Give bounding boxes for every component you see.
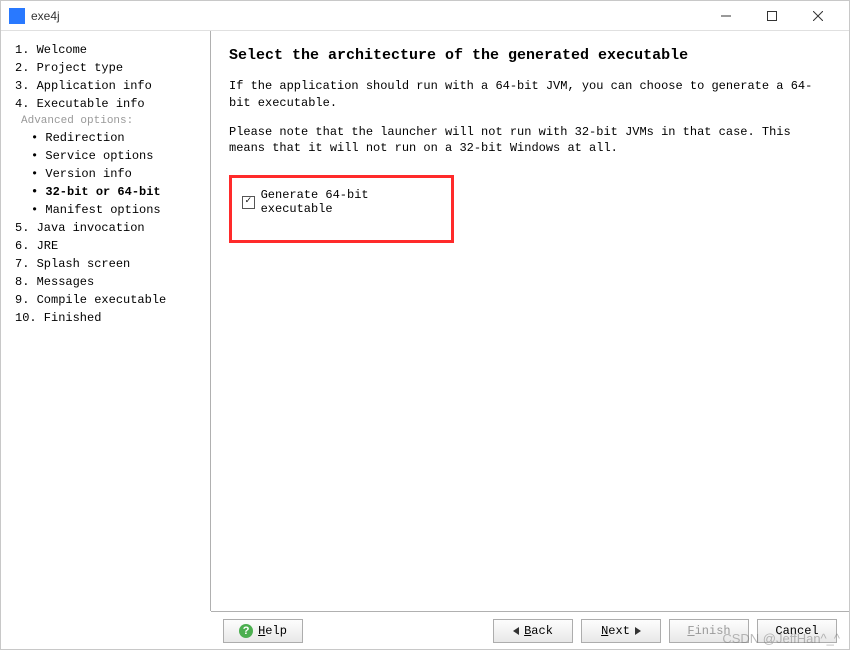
titlebar: exe4j xyxy=(1,1,849,31)
help-icon: ? xyxy=(239,624,253,638)
window-title: exe4j xyxy=(31,9,703,23)
sidebar-item[interactable]: 2. Project type xyxy=(1,59,210,77)
minimize-button[interactable] xyxy=(703,1,749,31)
sidebar-subitem[interactable]: Manifest options xyxy=(1,201,210,219)
main-area: 1. Welcome2. Project type3. Application … xyxy=(1,31,849,611)
cancel-button[interactable]: Cancel xyxy=(757,619,837,643)
description-2: Please note that the launcher will not r… xyxy=(229,124,831,158)
checkbox-icon: ✓ xyxy=(242,196,255,209)
next-button[interactable]: Next xyxy=(581,619,661,643)
highlight-annotation: ✓ Generate 64-bit executable xyxy=(229,175,454,243)
sidebar-item[interactable]: 4. Executable info xyxy=(1,95,210,113)
sidebar-item[interactable]: 8. Messages xyxy=(1,273,210,291)
sidebar-subitem[interactable]: Version info xyxy=(1,165,210,183)
sidebar-subitem[interactable]: Redirection xyxy=(1,129,210,147)
checkbox-label: Generate 64-bit executable xyxy=(261,188,441,216)
sidebar-subitem[interactable]: Service options xyxy=(1,147,210,165)
maximize-button[interactable] xyxy=(749,1,795,31)
description-1: If the application should run with a 64-… xyxy=(229,78,831,112)
footer: ? Help Back Next Finish Cancel xyxy=(211,611,849,649)
sidebar: 1. Welcome2. Project type3. Application … xyxy=(1,31,211,611)
app-icon xyxy=(9,8,25,24)
back-button[interactable]: Back xyxy=(493,619,573,643)
close-button[interactable] xyxy=(795,1,841,31)
generate-64bit-checkbox[interactable]: ✓ Generate 64-bit executable xyxy=(242,188,441,216)
sidebar-item[interactable]: 5. Java invocation xyxy=(1,219,210,237)
sidebar-item[interactable]: 9. Compile executable xyxy=(1,291,210,309)
sidebar-item[interactable]: 7. Splash screen xyxy=(1,255,210,273)
sidebar-item[interactable]: 1. Welcome xyxy=(1,41,210,59)
sidebar-item[interactable]: 3. Application info xyxy=(1,77,210,95)
page-heading: Select the architecture of the generated… xyxy=(229,47,831,64)
help-button[interactable]: ? Help xyxy=(223,619,303,643)
finish-button: Finish xyxy=(669,619,749,643)
arrow-right-icon xyxy=(635,627,641,635)
arrow-left-icon xyxy=(513,627,519,635)
sidebar-item[interactable]: 10. Finished xyxy=(1,309,210,327)
sidebar-subitem[interactable]: 32-bit or 64-bit xyxy=(1,183,210,201)
sidebar-item[interactable]: 6. JRE xyxy=(1,237,210,255)
help-label: elp xyxy=(265,624,287,638)
content-pane: Select the architecture of the generated… xyxy=(211,31,849,611)
advanced-options-label: Advanced options: xyxy=(1,113,210,129)
